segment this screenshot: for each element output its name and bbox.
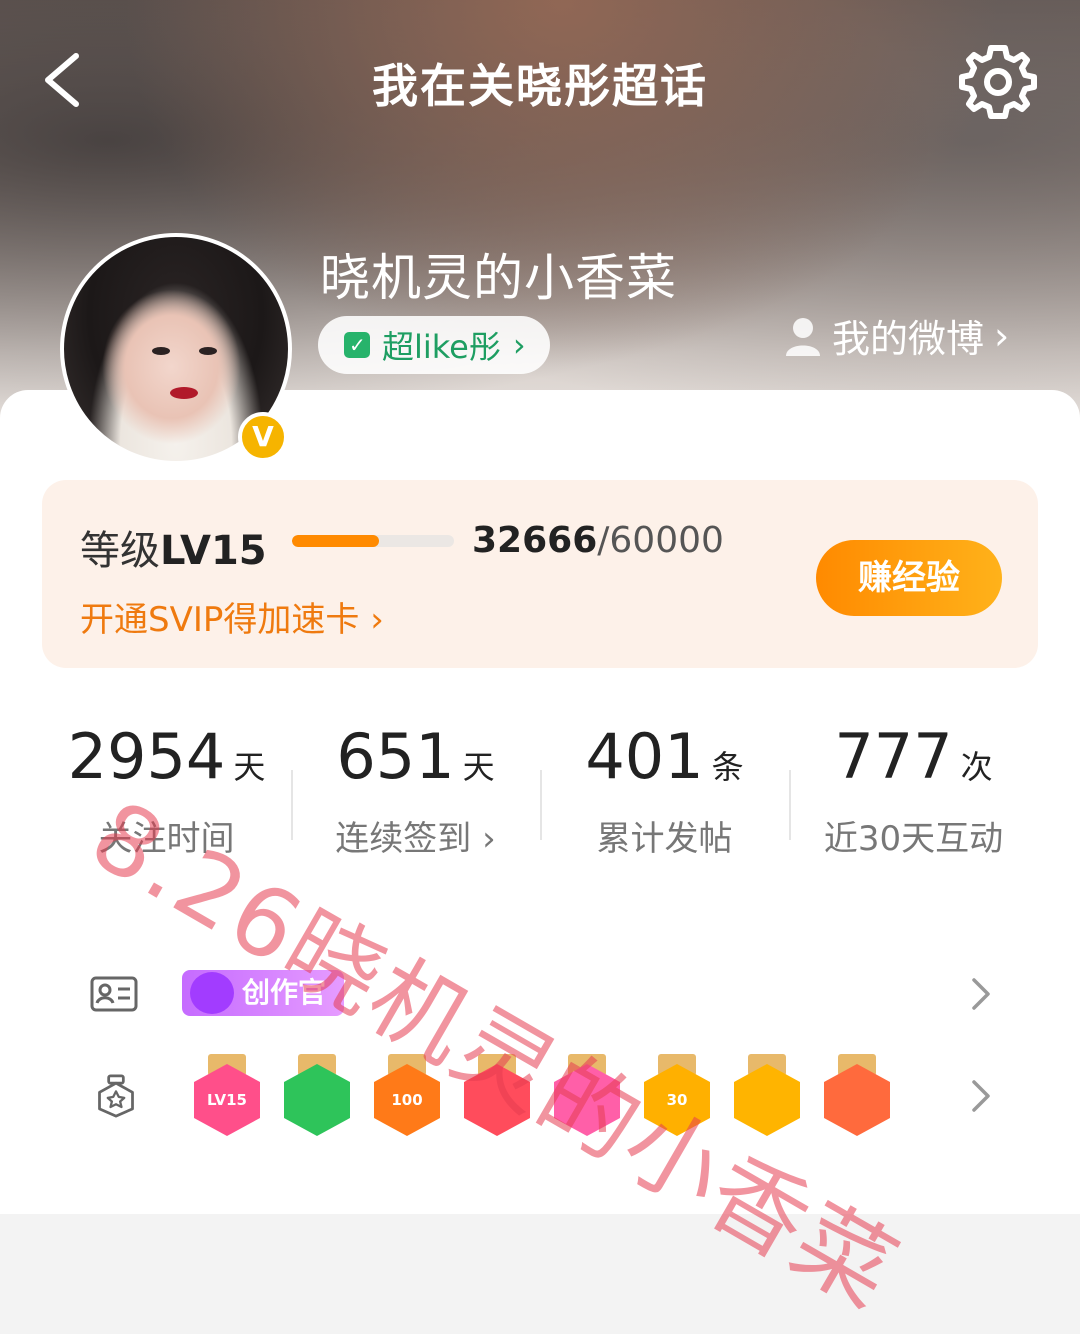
stat-value: 401: [585, 720, 704, 793]
chevron-right-icon: ›: [512, 326, 526, 364]
svip-link-label: 开通SVIP得加速卡: [80, 600, 360, 640]
level-exp: 32666/60000: [472, 520, 724, 561]
stat-label-row: 连续签到 ›: [291, 811, 540, 860]
stat-label: 近30天互动: [823, 819, 1004, 859]
medal-icon: [98, 1074, 134, 1118]
stat-label: 累计发帖: [596, 819, 733, 859]
my-weibo-label: 我的微博: [832, 317, 985, 361]
stat-unit: 条: [711, 748, 744, 786]
stat-label: 连续签到: [335, 819, 472, 859]
settings-gear-icon[interactable]: [958, 42, 1038, 122]
super-like-label: 超like彤: [382, 328, 501, 366]
stat-interactions: 777 次 近30天互动: [789, 720, 1038, 860]
chevron-right-icon: ›: [370, 600, 384, 640]
level-value: LV15: [160, 528, 267, 574]
exp-max: /60000: [597, 520, 724, 561]
level-prefix: 等级: [80, 528, 160, 574]
person-icon: [786, 317, 820, 356]
stat-posts: 401 条 累计发帖: [540, 720, 789, 860]
chevron-right-icon[interactable]: [966, 1076, 996, 1116]
id-card-icon: [90, 976, 138, 1012]
medal-hex: [284, 1064, 350, 1136]
medal-hex: LV15: [194, 1064, 260, 1136]
stat-unit: 次: [960, 748, 993, 786]
chevron-right-icon: ›: [482, 819, 496, 859]
avatar-lips: [170, 387, 198, 399]
chevron-right-icon[interactable]: [966, 974, 996, 1014]
my-weibo-link[interactable]: 我的微博 ›: [784, 308, 1009, 363]
page-title: 我在关晓彤超话: [372, 59, 708, 113]
stat-value: 651: [336, 720, 455, 793]
calendar-check-icon: [344, 332, 370, 358]
medal-badge[interactable]: [822, 1054, 892, 1136]
svip-link[interactable]: 开通SVIP得加速卡 ›: [80, 592, 384, 641]
earn-exp-button[interactable]: 赚经验: [816, 540, 1002, 616]
username: 晓机灵的小香菜: [320, 249, 677, 307]
creator-logo-icon: [190, 972, 234, 1014]
level-progress-fill: [292, 535, 380, 547]
level-progress-bar: [292, 535, 454, 547]
avatar-eye: [152, 347, 170, 355]
avatar-eye: [199, 347, 217, 355]
stat-value: 777: [834, 720, 953, 793]
stat-unit: 天: [462, 748, 495, 786]
level-label: 等级LV15: [80, 518, 267, 576]
medal-badge[interactable]: LV15: [192, 1054, 262, 1136]
stat-unit: 天: [233, 748, 266, 786]
super-like-chip[interactable]: 超like彤 ›: [318, 316, 550, 374]
exp-current: 32666: [472, 520, 598, 561]
stat-checkin-days[interactable]: 651 天 连续签到 ›: [291, 720, 540, 860]
medal-hex: [824, 1064, 890, 1136]
verified-v-icon: V: [238, 412, 288, 462]
chevron-right-icon: ›: [994, 313, 1010, 358]
medal-badge[interactable]: [282, 1054, 352, 1136]
